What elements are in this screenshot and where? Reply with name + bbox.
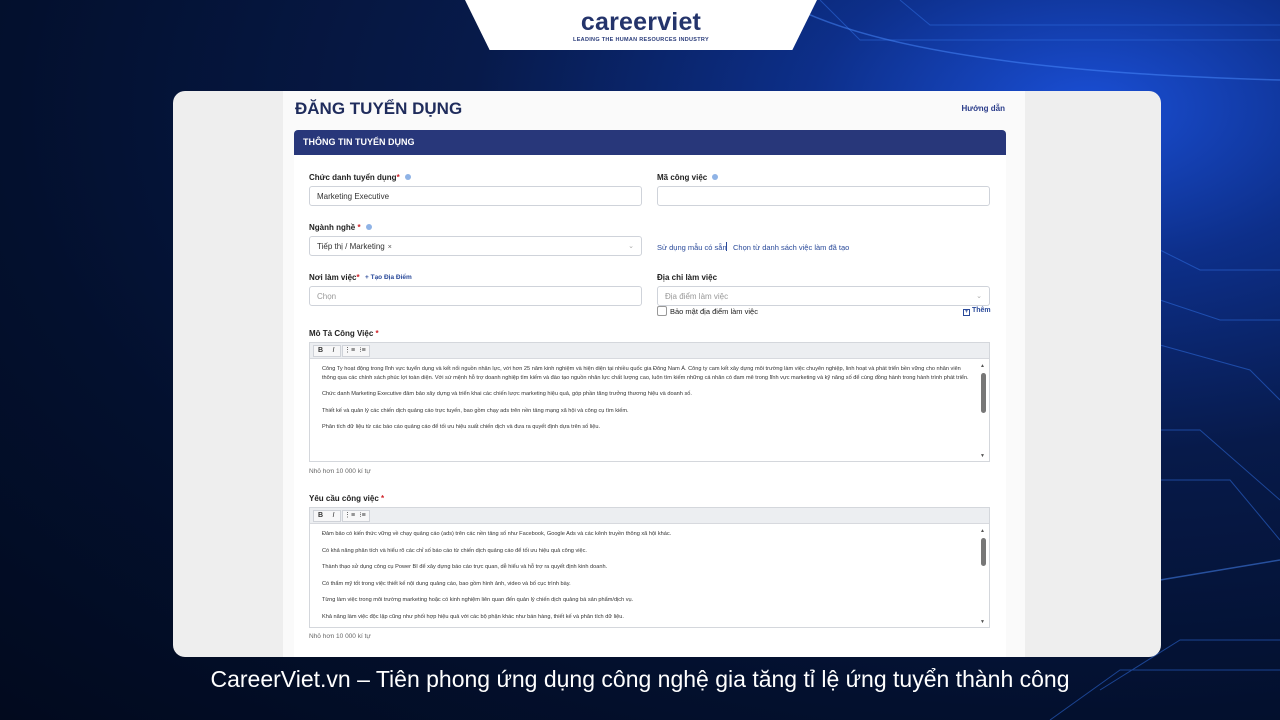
scroll-up-icon[interactable]: ▲ <box>980 363 985 369</box>
job-info-form: Chức danh tuyển dụng* Marketing Executiv… <box>294 155 1006 657</box>
scroll-thumb[interactable] <box>981 373 986 413</box>
section-header: THÔNG TIN TUYỂN DỤNG <box>294 130 1006 155</box>
work-place-label: Nơi làm việc* <box>309 273 360 282</box>
logo-tagline: LEADING THE HUMAN RESOURCES INDUSTRY <box>573 37 709 43</box>
logo-tab: careerviet LEADING THE HUMAN RESOURCES I… <box>465 0 817 50</box>
screenshot-card: ĐĂNG TUYỂN DỤNG Hướng dẫn THÔNG TIN TUYỂ… <box>173 91 1161 657</box>
choose-from-list-link[interactable]: Chọn từ danh sách việc làm đã tạo <box>733 243 849 252</box>
description-paragraph: Công Ty hoạt động trong lĩnh vực tuyển d… <box>322 366 969 381</box>
ordered-list-button[interactable]: ⋮≡ <box>343 511 356 521</box>
add-address-button[interactable]: + Thêm <box>963 307 991 316</box>
italic-button[interactable]: I <box>327 346 340 356</box>
info-icon <box>404 174 411 180</box>
bullet-list-button[interactable]: ⁝≡ <box>356 346 369 356</box>
requirement-paragraph: Đảm bảo có kiến thức vững về chạy quảng … <box>322 531 672 537</box>
link-separator <box>726 242 727 251</box>
plus-square-icon: + <box>963 309 970 316</box>
job-posting-page: ĐĂNG TUYỂN DỤNG Hướng dẫn THÔNG TIN TUYỂ… <box>283 91 1025 657</box>
chevron-down-icon: ⌄ <box>976 293 982 300</box>
info-icon <box>365 224 372 230</box>
privacy-checkbox[interactable] <box>657 306 667 316</box>
chevron-down-icon: ⌄ <box>628 243 634 250</box>
requirements-label: Yêu cầu công việc * <box>309 494 385 503</box>
requirement-paragraph: Có khả năng phân tích và hiểu rõ các chỉ… <box>322 547 587 554</box>
bold-button[interactable]: B <box>314 346 327 356</box>
bold-button[interactable]: B <box>314 511 327 521</box>
requirements-scrollbar[interactable]: ▲ ▼ <box>979 528 987 625</box>
list-group: ⋮≡ ⁝≡ <box>342 510 370 522</box>
editor-toolbar: B I ⋮≡ ⁝≡ <box>310 343 989 359</box>
scroll-thumb[interactable] <box>981 538 986 566</box>
scroll-down-icon[interactable]: ▼ <box>980 453 985 459</box>
description-paragraph: Chức danh Marketing Executive đảm bảo xâ… <box>322 391 692 397</box>
requirement-paragraph: Thành thạo sử dụng công cụ Power BI để x… <box>322 564 608 570</box>
description-paragraph: Phân tích dữ liệu từ các báo cáo quảng c… <box>322 424 601 430</box>
description-label: Mô Tả Công Việc * <box>309 329 379 338</box>
requirements-content[interactable]: Đảm bảo có kiến thức vững về chạy quảng … <box>322 530 969 626</box>
industry-tag: Tiếp thị / Marketing × <box>317 242 392 251</box>
italic-button[interactable]: I <box>327 511 340 521</box>
format-group: B I <box>313 345 341 357</box>
format-group: B I <box>313 510 341 522</box>
bullet-list-button[interactable]: ⁝≡ <box>356 511 369 521</box>
work-address-label: Địa chỉ làm việc <box>657 273 718 282</box>
requirement-paragraph: Từng làm việc trong môi trường marketing… <box>322 597 634 603</box>
work-place-input[interactable]: Chọn <box>309 286 642 306</box>
description-content[interactable]: Công Ty hoạt động trong lĩnh vực tuyển d… <box>322 365 969 460</box>
careerviet-logo: careerviet <box>580 8 702 36</box>
job-code-label: Mã công việc <box>657 173 719 182</box>
job-code-input[interactable] <box>657 186 990 206</box>
scroll-up-icon[interactable]: ▲ <box>980 528 985 534</box>
industry-select[interactable]: Tiếp thị / Marketing × ⌄ <box>309 236 642 256</box>
requirement-paragraph: Khả năng làm việc độc lập cũng như phối … <box>322 613 624 620</box>
description-scrollbar[interactable]: ▲ ▼ <box>979 363 987 459</box>
requirements-char-limit: Nhỏ hơn 10 000 kí tự <box>309 633 371 640</box>
editor-toolbar: B I ⋮≡ ⁝≡ <box>310 508 989 524</box>
privacy-label: Bảo mật địa điểm làm việc <box>670 307 758 316</box>
requirements-editor[interactable]: B I ⋮≡ ⁝≡ Đảm bảo có kiến thức vững về c… <box>309 507 990 628</box>
remove-tag-icon[interactable]: × <box>388 244 392 251</box>
job-title-label: Chức danh tuyển dụng* <box>309 173 411 182</box>
description-char-limit: Nhỏ hơn 10 000 kí tự <box>309 468 371 475</box>
section-title: THÔNG TIN TUYỂN DỤNG <box>303 137 415 147</box>
work-address-select[interactable]: Địa điểm làm việc ⌄ <box>657 286 990 306</box>
ordered-list-button[interactable]: ⋮≡ <box>343 346 356 356</box>
caption: CareerViet.vn – Tiên phong ứng dụng công… <box>210 666 1070 692</box>
description-paragraph: Thiết kế và quản lý các chiến dịch quảng… <box>322 407 629 414</box>
job-title-input[interactable]: Marketing Executive <box>309 186 642 206</box>
info-icon <box>712 174 719 180</box>
create-location-link[interactable]: + Tạo Địa Điểm <box>365 274 412 281</box>
list-group: ⋮≡ ⁝≡ <box>342 345 370 357</box>
guide-link[interactable]: Hướng dẫn <box>962 104 1005 113</box>
industry-label: Ngành nghề * <box>309 223 372 232</box>
description-editor[interactable]: B I ⋮≡ ⁝≡ Công Ty hoạt động trong lĩnh v… <box>309 342 990 462</box>
scroll-down-icon[interactable]: ▼ <box>980 619 985 625</box>
requirement-paragraph: Có thẩm mỹ tốt trong việc thiết kế nội d… <box>322 580 571 587</box>
page-title: ĐĂNG TUYỂN DỤNG <box>295 99 463 118</box>
use-template-link[interactable]: Sử dụng mẫu có sẵn <box>657 243 727 252</box>
